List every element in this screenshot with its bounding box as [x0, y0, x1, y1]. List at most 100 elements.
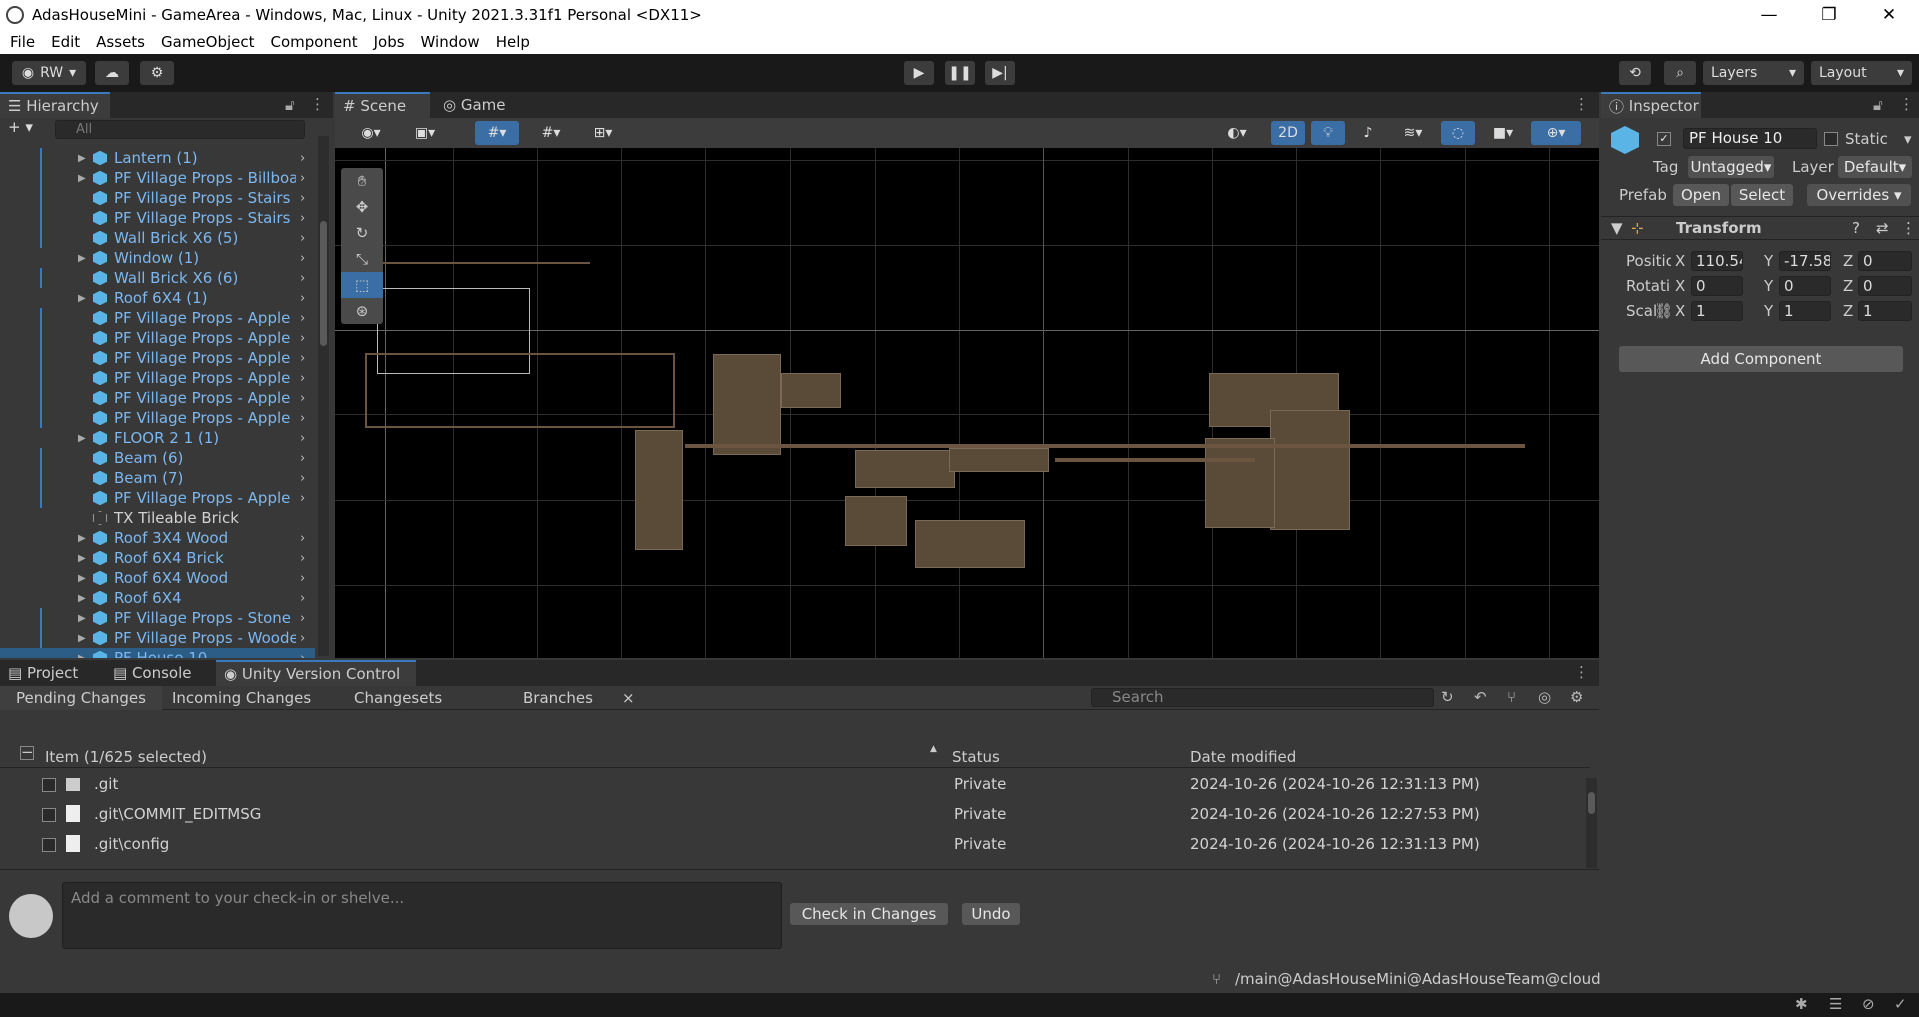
check-icon[interactable]: ✓ — [1894, 995, 1907, 1013]
rotation-y-field[interactable]: 0 — [1779, 276, 1831, 296]
help-icon[interactable]: ? — [1852, 219, 1860, 237]
table-scrollbar[interactable] — [1586, 778, 1597, 868]
prefab-arrow-icon[interactable]: › — [300, 411, 305, 426]
menu-help[interactable]: Help — [488, 33, 538, 51]
hierarchy-item[interactable]: PF Village Props - Apple › — [0, 328, 315, 348]
hierarchy-item[interactable]: PF Village Props - Stairs › — [0, 188, 315, 208]
prefab-arrow-icon[interactable]: › — [300, 591, 305, 606]
overrides-dropdown[interactable]: Overrides ▾ — [1807, 184, 1911, 206]
hierarchy-item[interactable]: ▶ Window (1) › — [0, 248, 315, 268]
hierarchy-item[interactable]: ▶ Roof 6X4 Brick › — [0, 548, 315, 568]
gizmo-tool-icon[interactable]: ◉▾ — [349, 121, 393, 145]
menu-jobs[interactable]: Jobs — [366, 33, 413, 51]
hierarchy-item[interactable]: PF Village Props - Apple › — [0, 488, 315, 508]
inspector-lock-icon[interactable]: 🔓︎ — [1873, 96, 1883, 114]
tab-inspector[interactable]: ⓘ Inspector — [1601, 92, 1701, 118]
hierarchy-item[interactable]: ▶ PF Village Props - Stone › — [0, 608, 315, 628]
account-dropdown[interactable]: ◉ RW ▾ — [12, 61, 86, 85]
maximize-button[interactable]: ❐ — [1799, 0, 1859, 29]
prefab-arrow-icon[interactable]: › — [300, 571, 305, 586]
audio-icon[interactable]: ♪ — [1351, 121, 1385, 145]
settings-icon[interactable]: ⚙ — [1570, 688, 1583, 706]
refresh-icon[interactable]: ↻ — [1441, 688, 1454, 706]
collab-icon[interactable]: ☰ — [1829, 995, 1842, 1013]
hierarchy-search-input[interactable]: All — [55, 120, 305, 139]
layers-dropdown[interactable]: Layers ▾ — [1703, 61, 1804, 85]
tab-console[interactable]: ▤ Console — [105, 660, 200, 686]
tag-dropdown[interactable]: Untagged ▾ — [1688, 156, 1774, 178]
prefab-arrow-icon[interactable]: › — [300, 431, 305, 446]
prefab-arrow-icon[interactable]: › — [300, 611, 305, 626]
hierarchy-item[interactable]: PF Village Props - Apple › — [0, 388, 315, 408]
position-z-field[interactable]: 0 — [1858, 251, 1912, 271]
expand-arrow-icon[interactable]: ▶ — [78, 173, 86, 184]
hierarchy-scrollbar[interactable] — [318, 136, 329, 656]
prefab-arrow-icon[interactable]: › — [300, 251, 305, 266]
foldout-icon[interactable]: ▼ — [1611, 219, 1623, 237]
expand-arrow-icon[interactable]: ▶ — [78, 533, 86, 544]
column-status[interactable]: Status — [952, 748, 1000, 766]
scale-tool-icon[interactable]: ⤡ — [341, 246, 383, 272]
prefab-arrow-icon[interactable]: › — [300, 211, 305, 226]
row-checkbox[interactable] — [42, 808, 56, 822]
prefab-arrow-icon[interactable]: › — [300, 331, 305, 346]
prefab-arrow-icon[interactable]: › — [300, 291, 305, 306]
prefab-open-button[interactable]: Open — [1673, 184, 1729, 206]
prefab-arrow-icon[interactable]: › — [300, 151, 305, 166]
layout-dropdown[interactable]: Layout ▾ — [1811, 61, 1912, 85]
tab-game[interactable]: ◎ Game — [435, 92, 515, 118]
check-in-button[interactable]: Check in Changes — [790, 903, 948, 925]
expand-arrow-icon[interactable]: ▶ — [78, 253, 86, 264]
expand-arrow-icon[interactable]: ▶ — [78, 653, 86, 659]
rotate-tool-icon[interactable]: ↻ — [341, 220, 383, 246]
create-button[interactable]: + ▾ — [8, 118, 33, 136]
play-button[interactable]: ▶ — [904, 61, 934, 85]
hierarchy-item[interactable]: ▶ Roof 6X4 › — [0, 588, 315, 608]
expand-arrow-icon[interactable]: ▶ — [78, 293, 86, 304]
expand-arrow-icon[interactable]: ▶ — [78, 573, 86, 584]
layer-dropdown[interactable]: Default ▾ — [1838, 156, 1912, 178]
debug-icon[interactable]: ✱ — [1795, 995, 1808, 1013]
row-checkbox[interactable] — [42, 778, 56, 792]
menu-edit[interactable]: Edit — [43, 33, 88, 51]
static-dropdown-icon[interactable]: ▾ — [1904, 130, 1912, 148]
prefab-arrow-icon[interactable]: › — [300, 391, 305, 406]
expand-arrow-icon[interactable]: ▶ — [78, 433, 86, 444]
expand-arrow-icon[interactable]: ▶ — [78, 633, 86, 644]
services-icon[interactable]: ⚙ — [140, 61, 174, 85]
scale-y-field[interactable]: 1 — [1779, 301, 1831, 321]
prefab-arrow-icon[interactable]: › — [300, 631, 305, 646]
prefab-arrow-icon[interactable]: › — [300, 371, 305, 386]
position-x-field[interactable]: 110.54 — [1691, 251, 1743, 271]
prefab-arrow-icon[interactable]: › — [300, 231, 305, 246]
hierarchy-item[interactable]: ▶ Lantern (1) › — [0, 148, 315, 168]
menu-assets[interactable]: Assets — [88, 33, 153, 51]
history-icon[interactable]: ⟲ — [1619, 61, 1651, 85]
hierarchy-item[interactable]: ▶ Roof 3X4 Wood › — [0, 528, 315, 548]
prefab-arrow-icon[interactable]: › — [300, 491, 305, 506]
more-icon[interactable]: ⋮ — [310, 95, 325, 113]
hierarchy-item[interactable]: PF Village Props - Apple › — [0, 348, 315, 368]
hierarchy-item[interactable]: ▶ PF Village Props - Wooden › — [0, 628, 315, 648]
hierarchy-item[interactable]: Beam (7) › — [0, 468, 315, 488]
lighting-icon[interactable]: 💡︎ — [1311, 121, 1345, 145]
prefab-arrow-icon[interactable]: › — [300, 551, 305, 566]
hierarchy-item[interactable]: ▶ Roof 6X4 (1) › — [0, 288, 315, 308]
effects-icon[interactable]: ≋▾ — [1391, 121, 1435, 145]
tab-scene[interactable]: # Scene — [335, 92, 430, 118]
prefab-arrow-icon[interactable]: › — [300, 531, 305, 546]
hierarchy-item[interactable]: PF Village Props - Apple › — [0, 408, 315, 428]
minimize-button[interactable]: — — [1739, 0, 1799, 29]
prefab-arrow-icon[interactable]: › — [300, 471, 305, 486]
move-tool-icon[interactable]: ✥ — [341, 194, 383, 220]
undo-button[interactable]: Undo — [962, 903, 1020, 925]
prefab-arrow-icon[interactable]: › — [300, 451, 305, 466]
account-icon[interactable]: ◎ — [1538, 688, 1551, 706]
inspector-more-icon[interactable]: ⋮ — [1899, 95, 1914, 113]
table-row[interactable]: .git\config Private 2024-10-26 (2024-10-… — [0, 830, 1580, 860]
prefab-arrow-icon[interactable]: › — [300, 191, 305, 206]
branch-icon[interactable]: ⑂ — [1507, 688, 1516, 706]
hand-tool-icon[interactable]: ✋︎ — [341, 168, 383, 194]
grid-snap-icon[interactable]: #▾ — [475, 121, 519, 145]
prefab-select-button[interactable]: Select — [1731, 184, 1793, 206]
